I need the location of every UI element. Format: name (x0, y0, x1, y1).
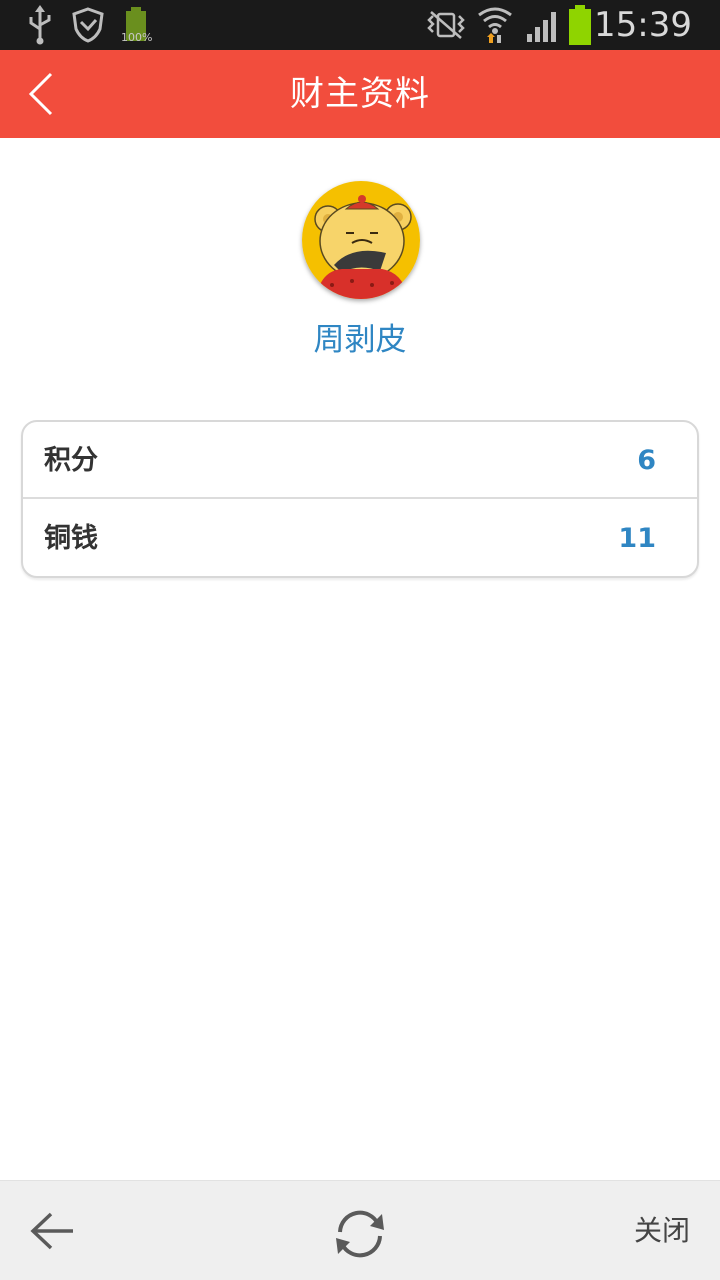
mute-vibrate-icon (426, 0, 466, 50)
bottom-back-button[interactable] (22, 1201, 82, 1261)
cartoon-avatar-icon (302, 181, 420, 299)
coins-label: 铜钱 (44, 523, 98, 554)
arrow-left-icon (30, 1212, 73, 1250)
battery-icon (566, 0, 594, 50)
wifi-icon (476, 0, 514, 50)
refresh-button[interactable] (329, 1203, 391, 1265)
status-bar: 100% 15:39 (0, 0, 720, 50)
bottom-toolbar: 关闭 (0, 1180, 720, 1280)
info-card: 积分 6 铜钱 11 (21, 420, 699, 578)
points-label: 积分 (44, 445, 98, 476)
coins-value: 11 (618, 523, 656, 554)
status-time: 15:39 (594, 5, 692, 45)
shield-icon (70, 0, 106, 50)
avatar[interactable] (302, 181, 420, 299)
info-row-coins: 铜钱 11 (23, 500, 697, 577)
points-value: 6 (637, 445, 656, 476)
usb-icon (24, 0, 56, 50)
battery-percent-label: 100% (121, 31, 153, 44)
page-title: 财主资料 (290, 74, 430, 114)
username: 周剥皮 (313, 322, 407, 358)
refresh-icon (336, 1210, 384, 1258)
app-header: 财主资料 (0, 50, 720, 138)
signal-icon (524, 0, 562, 50)
info-row-points: 积分 6 (23, 422, 697, 499)
close-button[interactable]: 关闭 (634, 1181, 690, 1280)
